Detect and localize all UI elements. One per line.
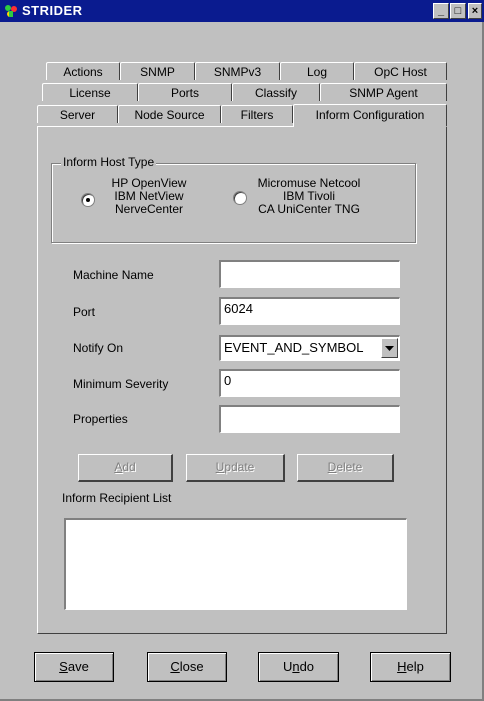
tab-snmp[interactable]: SNMP (120, 62, 195, 80)
maximize-button[interactable]: □ (450, 3, 466, 19)
tab-ports[interactable]: Ports (138, 83, 232, 101)
tab-opc-host[interactable]: OpC Host (354, 62, 447, 80)
undo-label-start: U (282, 659, 293, 674)
tab-license[interactable]: License (42, 83, 138, 101)
minimum-severity-label: Minimum Severity (73, 377, 169, 391)
inform-recipient-list[interactable] (64, 518, 407, 610)
save-label: ave (67, 659, 89, 674)
update-button[interactable]: Update (186, 454, 285, 482)
option2-label: Micromuse Netcool IBM Tivoli CA UniCente… (244, 177, 374, 216)
tab-inform-configuration[interactable]: Inform Configuration (293, 104, 447, 126)
tab-label: SNMP Agent (349, 86, 418, 100)
properties-input[interactable] (219, 405, 400, 433)
maximize-icon: □ (454, 5, 462, 17)
close-mnemonic: C (170, 659, 180, 674)
delete-button[interactable]: Delete (297, 454, 394, 482)
group-legend: Inform Host Type (61, 155, 157, 169)
tab-log[interactable]: Log (280, 62, 354, 80)
minimize-icon: _ (437, 5, 445, 17)
machine-name-label: Machine Name (73, 268, 154, 282)
tab-filters[interactable]: Filters (221, 105, 293, 123)
active-tab-join (294, 125, 446, 127)
properties-label: Properties (73, 412, 128, 426)
tab-actions[interactable]: Actions (46, 62, 120, 80)
tab-label: Server (59, 108, 96, 122)
notify-on-dropdown-button[interactable] (381, 338, 398, 358)
tab-label: OpC Host (374, 65, 427, 79)
help-mnemonic: H (397, 659, 407, 674)
port-label: Port (73, 305, 96, 319)
close-button[interactable]: × (468, 3, 482, 19)
tab-label: Node Source (134, 108, 205, 122)
notify-on-value: EVENT_AND_SYMBOL (224, 340, 364, 355)
update-mnemonic: U (215, 460, 225, 474)
port-input[interactable]: 6024 (219, 297, 400, 325)
help-label: elp (406, 659, 424, 674)
undo-button[interactable]: Undo (258, 652, 339, 682)
delete-mnemonic: D (327, 460, 337, 474)
tab-server[interactable]: Server (37, 105, 118, 123)
close-label: lose (179, 659, 204, 674)
tab-label: Inform Configuration (315, 108, 425, 122)
save-button[interactable]: Save (34, 652, 114, 682)
undo-mnemonic: n (292, 659, 300, 674)
tab-label: SNMP (140, 65, 175, 79)
tab-label: Actions (63, 65, 103, 79)
title-bar[interactable]: STRIDER _ □ × (0, 0, 484, 22)
machine-name-input[interactable] (219, 260, 400, 288)
inform-recipient-list-label: Inform Recipient List (62, 491, 172, 505)
tab-label: SNMPv3 (213, 65, 262, 79)
notify-on-select[interactable]: EVENT_AND_SYMBOL (219, 335, 400, 361)
tab-label: Classify (254, 86, 297, 100)
chevron-down-icon (385, 346, 394, 351)
help-button[interactable]: Help (370, 652, 451, 682)
tab-snmpv3[interactable]: SNMPv3 (195, 62, 280, 80)
close-icon: × (471, 5, 479, 17)
tab-label: License (69, 86, 111, 100)
app-icon (5, 5, 17, 17)
window-title: STRIDER (22, 3, 83, 18)
save-mnemonic: S (59, 659, 68, 674)
notify-on-label: Notify On (73, 341, 124, 355)
add-label: dd (122, 460, 136, 474)
option1-label: HP OpenView IBM NetView NerveCenter (89, 177, 209, 216)
add-button[interactable]: Add (78, 454, 173, 482)
tab-label: Ports (170, 86, 199, 100)
tab-node-source[interactable]: Node Source (118, 105, 221, 123)
option2-line: CA UniCenter TNG (258, 202, 360, 216)
tab-classify[interactable]: Classify (232, 83, 320, 101)
undo-label: do (299, 659, 315, 674)
tab-label: Filters (240, 108, 274, 122)
minimize-button[interactable]: _ (433, 3, 449, 19)
tab-label: Log (306, 65, 328, 79)
close-dialog-button[interactable]: Close (147, 652, 227, 682)
delete-label: elete (336, 460, 363, 474)
tab-snmp-agent[interactable]: SNMP Agent (320, 83, 447, 101)
option1-line: NerveCenter (114, 202, 184, 216)
update-label: pdate (224, 460, 255, 474)
minimum-severity-input[interactable]: 0 (219, 369, 400, 397)
